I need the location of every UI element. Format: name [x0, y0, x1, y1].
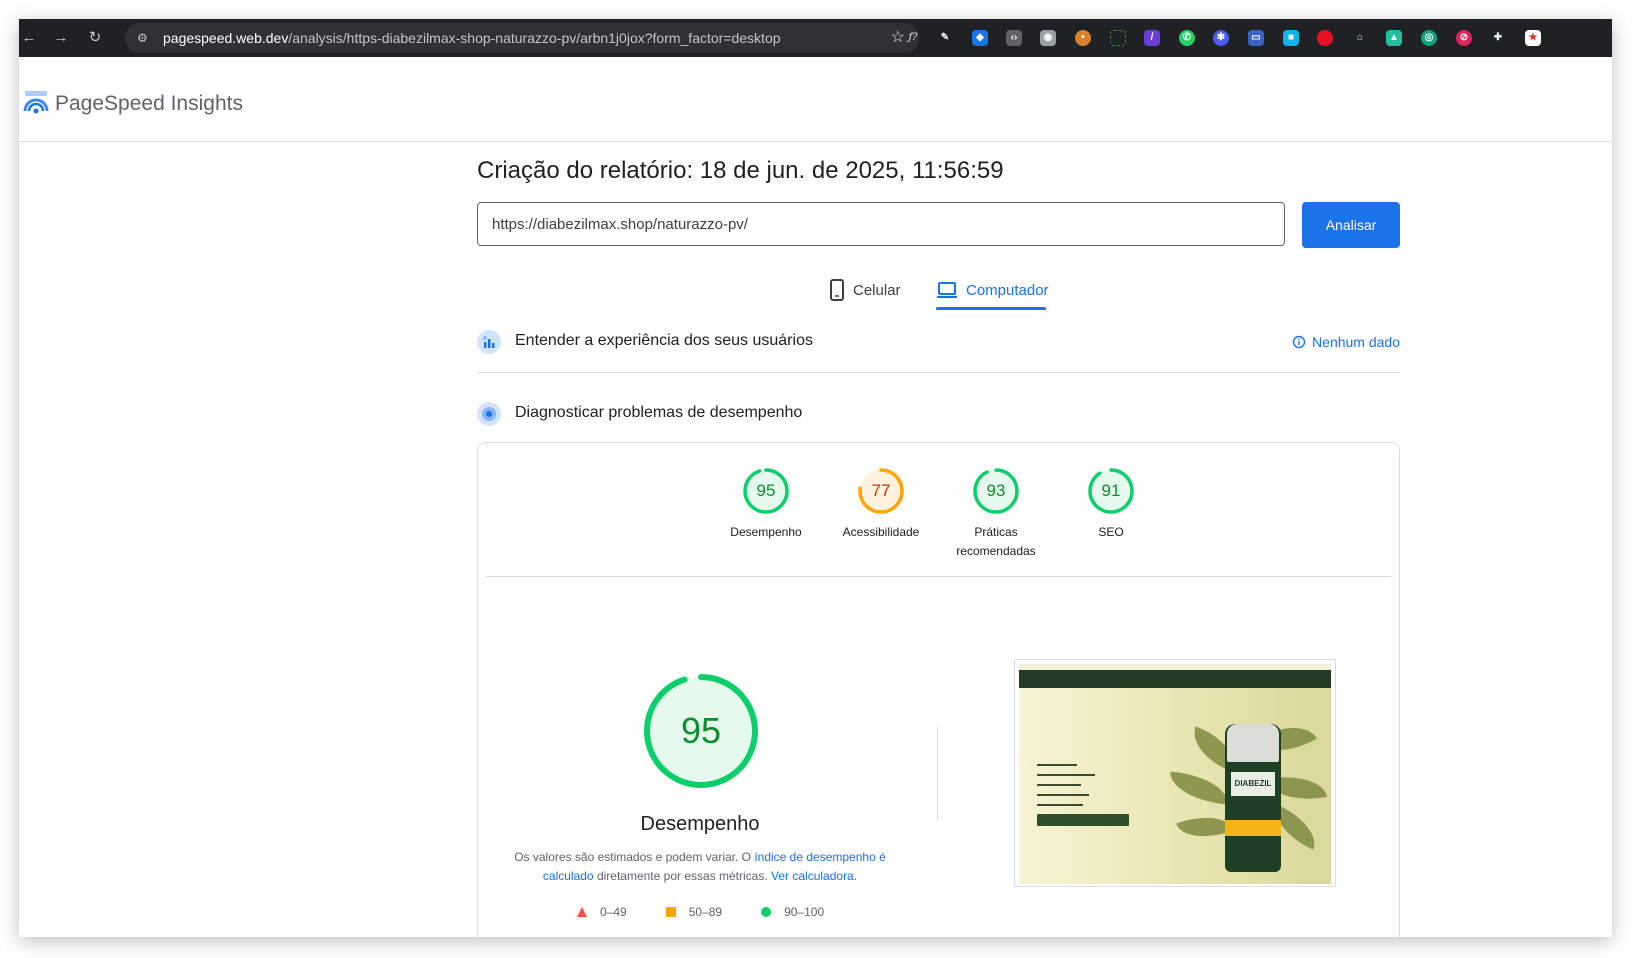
- pagespeed-logo-icon[interactable]: [23, 89, 49, 115]
- lab-data-label: Diagnosticar problemas de desempenho: [515, 404, 803, 421]
- camera-extension-icon[interactable]: ◉: [1040, 30, 1056, 46]
- formula-extension-icon[interactable]: ƒ?: [905, 30, 921, 46]
- reload-icon[interactable]: ↻: [85, 28, 105, 48]
- tag-extension-icon[interactable]: ◆: [972, 30, 988, 46]
- gauge-value: 93: [986, 481, 1006, 500]
- legend-range: 50–89: [688, 905, 723, 919]
- product-band: [1225, 820, 1281, 836]
- phone-icon: [830, 279, 844, 301]
- gauge-label: Práticas recomendadas: [956, 525, 1036, 558]
- tab-mobile-label: Celular: [853, 281, 901, 299]
- gauge-label: SEO: [1098, 525, 1124, 539]
- gauge-performance[interactable]: 95 Desempenho: [706, 467, 826, 542]
- field-data-section: Entender a experiência dos seus usuários…: [477, 318, 1400, 368]
- main-content: Criação do relatório: 18 de jun. de 2025…: [19, 142, 1612, 937]
- browser-window: ← → ↻ ⚙ pagespeed.web.dev/analysis/https…: [19, 19, 1612, 937]
- no-data-text: Nenhum dado: [1312, 334, 1400, 350]
- section-divider: [477, 372, 1400, 373]
- users-chart-icon: [477, 330, 501, 354]
- no-data-link[interactable]: Nenhum dado: [1292, 334, 1400, 350]
- address-url[interactable]: pagespeed.web.dev/analysis/https-diabezi…: [163, 23, 781, 53]
- cloud-extension-icon[interactable]: ⌂: [1352, 30, 1368, 46]
- tab-mobile[interactable]: Celular: [829, 270, 901, 310]
- square-extension-icon[interactable]: ■: [1283, 30, 1299, 46]
- calculator-link[interactable]: Ver calculadora.: [771, 869, 857, 883]
- gauge-seo[interactable]: 91 SEO: [1051, 467, 1171, 542]
- screenshot-cta: [1037, 814, 1129, 826]
- tab-desktop-label: Computador: [966, 281, 1049, 299]
- address-bar[interactable]: ⚙ pagespeed.web.dev/analysis/https-diabe…: [125, 23, 919, 53]
- card-divider: [486, 576, 1391, 577]
- info-icon: [1292, 335, 1306, 349]
- product-label: DIABEZIL: [1231, 772, 1275, 796]
- app-title[interactable]: PageSpeed Insights: [55, 92, 243, 116]
- screenshot-text-line: [1037, 774, 1095, 776]
- block-extension-icon[interactable]: ⊘: [1456, 30, 1472, 46]
- browser-toolbar: ← → ↻ ⚙ pagespeed.web.dev/analysis/https…: [19, 19, 1612, 57]
- bookmark-star-icon[interactable]: ☆: [891, 29, 905, 47]
- product-bottle-cap: [1227, 724, 1279, 762]
- legend-range: 90–100: [784, 905, 825, 919]
- gear-extension-icon[interactable]: ✱: [1213, 30, 1229, 46]
- screenshot-text-line: [1037, 804, 1083, 806]
- code-extension-icon[interactable]: ‹›: [1006, 30, 1022, 46]
- gauge-label: Desempenho: [730, 525, 802, 539]
- laptop-icon: [937, 282, 957, 298]
- tab-desktop[interactable]: Computador: [936, 270, 1049, 310]
- performance-note: Os valores são estimados e podem variar.…: [498, 848, 902, 886]
- record-extension-icon[interactable]: [1317, 30, 1333, 46]
- screenshot-text-line: [1037, 764, 1077, 766]
- square-icon: [665, 907, 676, 917]
- window-extension-icon[interactable]: ▭: [1248, 30, 1264, 46]
- report-title: Criação do relatório: 18 de jun. de 2025…: [477, 157, 1004, 184]
- gauge-accessibility[interactable]: 77 Acessibilidade: [821, 467, 941, 542]
- puzzle-extension-icon[interactable]: ✚: [1490, 30, 1506, 46]
- legend-item-pass: 90–100: [760, 905, 824, 919]
- report-card: 95 Desempenho 77 Acessibilidade 93 Práti…: [477, 442, 1400, 937]
- url-path: /analysis/https-diabezilmax-shop-naturaz…: [288, 30, 781, 46]
- teal-extension-icon[interactable]: ▲: [1386, 30, 1402, 46]
- app-header: PageSpeed Insights: [19, 57, 1612, 142]
- pin-extension-icon[interactable]: ★: [1525, 30, 1541, 46]
- v-extension-icon[interactable]: /: [1144, 30, 1160, 46]
- screenshot-nav: [1019, 670, 1331, 688]
- cookie-extension-icon[interactable]: •: [1075, 30, 1091, 46]
- gauge-label: Acessibilidade: [842, 525, 920, 539]
- triangle-icon: [577, 907, 587, 917]
- whatsapp-extension-icon[interactable]: ✆: [1179, 30, 1195, 46]
- url-input[interactable]: [477, 202, 1285, 246]
- legend-range: 0–49: [600, 905, 627, 919]
- back-icon[interactable]: ←: [19, 28, 39, 48]
- legend-item-fail: 0–49: [576, 905, 627, 919]
- note-text-1: Os valores são estimados e podem variar.…: [514, 850, 755, 864]
- active-tab-indicator: [936, 307, 1046, 310]
- screenshot-extension-icon[interactable]: [1110, 30, 1126, 46]
- chat-extension-icon[interactable]: ◎: [1421, 30, 1437, 46]
- vertical-divider: [937, 727, 938, 821]
- lab-data-section: Diagnosticar problemas de desempenho: [477, 390, 1400, 440]
- performance-label: Desempenho: [640, 813, 760, 835]
- page-screenshot: DIABEZIL: [1014, 659, 1336, 887]
- diagnostics-icon: [477, 402, 501, 426]
- screenshot-text-line: [1037, 784, 1081, 786]
- gauge-best-practices[interactable]: 93 Práticas recomendadas: [936, 467, 1056, 561]
- analyze-button[interactable]: Analisar: [1302, 202, 1400, 248]
- score-legend: 0–49 50–89 90–100: [576, 905, 824, 919]
- gauge-value: 95: [756, 481, 776, 500]
- performance-score: 95: [680, 710, 722, 751]
- note-text-2: diretamente por essas métricas.: [593, 869, 772, 883]
- circle-icon: [761, 907, 772, 917]
- eyedropper-extension-icon[interactable]: ✎: [937, 30, 953, 46]
- forward-icon[interactable]: →: [51, 28, 71, 48]
- gauge-value: 91: [1101, 481, 1121, 500]
- screenshot-image: DIABEZIL: [1019, 664, 1331, 884]
- url-host: pagespeed.web.dev: [163, 30, 289, 46]
- site-info-icon[interactable]: ⚙: [137, 30, 153, 46]
- gauge-value: 77: [871, 481, 891, 500]
- field-data-label: Entender a experiência dos seus usuários: [515, 332, 813, 349]
- performance-gauge: 95: [641, 671, 761, 791]
- screenshot-text-line: [1037, 794, 1089, 796]
- legend-item-average: 50–89: [665, 905, 722, 919]
